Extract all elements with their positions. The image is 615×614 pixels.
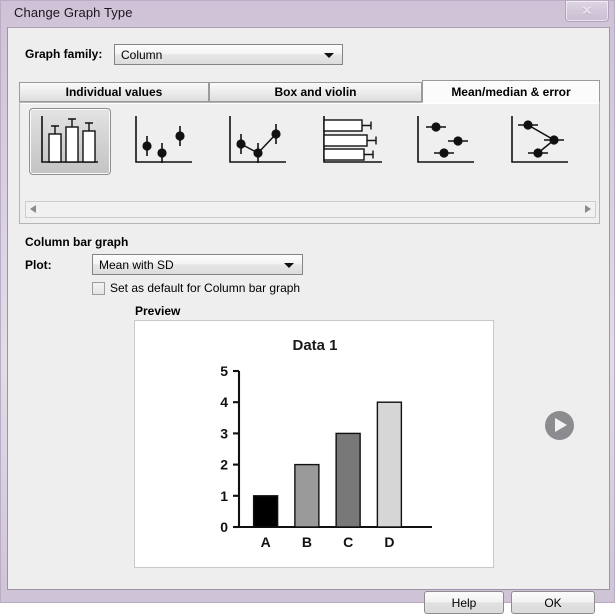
graph-family-label: Graph family: xyxy=(25,47,103,61)
triangle-left-icon[interactable] xyxy=(30,205,36,213)
play-triangle-icon xyxy=(555,418,567,432)
graph-family-value: Column xyxy=(121,48,163,62)
scatter-with-horizontal-error-bars-icon xyxy=(417,116,474,163)
plot-dropdown[interactable]: Mean with SD xyxy=(92,254,303,275)
bar xyxy=(376,401,403,528)
graph-type-gallery xyxy=(19,102,600,224)
preview-panel: Data 1 0 1 2 3 4 5 A B C D xyxy=(134,320,494,568)
y-axis-tick-label: 2 xyxy=(220,457,228,473)
gallery-horizontal-scrollbar[interactable] xyxy=(25,201,596,218)
tab-mean-median-and-error[interactable]: Mean/median & error xyxy=(422,80,600,103)
play-circle-icon[interactable] xyxy=(545,411,574,440)
gallery-item-line-connecting-means-with-error-bars[interactable] xyxy=(217,108,299,175)
line-connecting-means-with-error-bars-icon xyxy=(229,116,286,163)
close-button[interactable]: ✕ xyxy=(565,1,609,22)
plot-label: Plot: xyxy=(25,258,52,272)
horizontal-bar-graph-with-error-bars-icon xyxy=(323,116,382,163)
x-axis-category-label: D xyxy=(384,534,394,550)
tab-label: Mean/median & error xyxy=(451,84,571,99)
y-axis-tick-label: 5 xyxy=(220,363,228,379)
title-bar: Change Graph Type ✕ xyxy=(1,1,614,27)
gallery-item-horizontal-line-connecting-means[interactable] xyxy=(499,108,581,175)
chevron-down-icon xyxy=(324,53,334,58)
plot-value: Mean with SD xyxy=(99,258,174,272)
y-axis-tick-label: 3 xyxy=(220,425,228,441)
gallery-item-scatter-with-horizontal-error-bars[interactable] xyxy=(405,108,487,175)
gallery-items xyxy=(25,108,596,196)
triangle-right-icon[interactable] xyxy=(585,205,591,213)
preview-label: Preview xyxy=(135,304,181,318)
close-icon: ✕ xyxy=(581,3,593,18)
section-title: Column bar graph xyxy=(25,235,129,249)
bar xyxy=(335,432,361,528)
dialog-client-area: Graph family: Column Individual values B… xyxy=(7,27,610,614)
tab-box-and-violin[interactable]: Box and violin xyxy=(209,82,422,102)
gallery-item-scatter-with-vertical-error-bars[interactable] xyxy=(123,108,205,175)
tab-label: Individual values xyxy=(65,85,163,99)
column-bar-graph-with-error-bars-icon xyxy=(41,116,98,163)
bar xyxy=(294,463,320,528)
set-as-default-row[interactable]: Set as default for Column bar graph xyxy=(92,281,300,295)
x-axis-category-label: B xyxy=(302,534,312,550)
x-axis-category-label: A xyxy=(261,534,271,550)
tab-individual-values[interactable]: Individual values xyxy=(19,82,209,102)
horizontal-line-connecting-means-icon xyxy=(511,116,568,163)
window-title: Change Graph Type xyxy=(14,5,133,20)
set-as-default-checkbox[interactable] xyxy=(92,281,105,295)
bar xyxy=(252,495,279,528)
tab-label: Box and violin xyxy=(274,85,357,99)
preview-bar-chart: Data 1 0 1 2 3 4 5 A B C D xyxy=(220,337,432,550)
change-graph-type-dialog: Change Graph Type ✕ Graph family: Column… xyxy=(0,0,615,614)
set-as-default-label: Set as default for Column bar graph xyxy=(110,281,301,295)
chart-title: Data 1 xyxy=(292,337,337,354)
x-axis-category-label: C xyxy=(343,534,353,550)
y-axis-tick-label: 4 xyxy=(220,394,228,410)
y-axis-tick-label: 0 xyxy=(220,519,228,535)
graph-family-dropdown[interactable]: Column xyxy=(114,44,343,65)
scatter-with-vertical-error-bars-icon xyxy=(135,116,192,163)
y-axis-tick-label: 1 xyxy=(220,488,228,504)
gallery-item-horizontal-bar-graph-with-error-bars[interactable] xyxy=(311,108,393,175)
gallery-item-column-bar-graph-with-error-bars[interactable] xyxy=(29,108,111,175)
tab-strip: Individual values Box and violin Mean/me… xyxy=(19,80,600,103)
chevron-down-icon xyxy=(284,263,294,268)
